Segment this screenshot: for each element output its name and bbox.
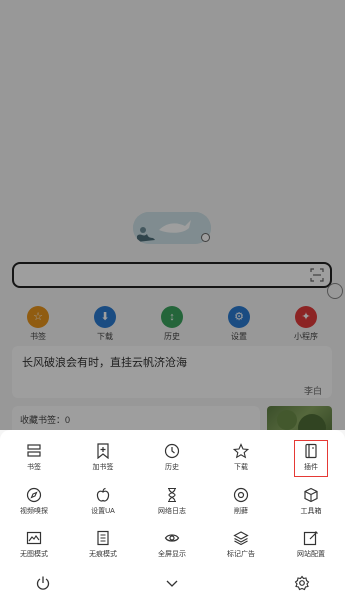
menu-item-label: 加书签 — [92, 464, 114, 471]
menu-item-label: 视频嗅探 — [20, 508, 48, 515]
menu-item-no-image[interactable]: 无图模式 — [4, 530, 64, 559]
menu-item-incognito[interactable]: 无痕模式 — [73, 530, 133, 559]
plugins-highlight-box — [294, 440, 328, 477]
menu-item-fullscreen[interactable]: 全屏显示 — [142, 530, 202, 559]
menu-item-trim[interactable]: 削藓 — [211, 487, 271, 516]
image-off-icon — [26, 531, 42, 545]
dim-overlay[interactable] — [0, 0, 345, 430]
menu-item-set-ua[interactable]: 设置UA — [73, 487, 133, 516]
menu-item-label: 历史 — [165, 464, 179, 471]
box-icon — [304, 487, 318, 503]
add-bookmark-icon — [97, 443, 109, 459]
gear-icon[interactable] — [294, 575, 310, 591]
bookmarks-icon — [27, 444, 41, 457]
menu-item-label: 无图模式 — [20, 551, 48, 558]
clock-icon — [164, 443, 180, 459]
menu-item-downloads[interactable]: 下载 — [211, 443, 271, 472]
apple-icon — [96, 487, 110, 502]
document-icon — [97, 530, 109, 546]
menu-item-label: 书签 — [27, 464, 41, 471]
menu-item-bookmarks[interactable]: 书签 — [4, 443, 64, 472]
menu-item-network-log[interactable]: 网络日志 — [142, 487, 202, 516]
menu-item-label: 网站配置 — [297, 551, 325, 558]
layers-icon — [233, 531, 249, 546]
menu-item-label: 网络日志 — [158, 508, 186, 515]
menu-item-label: 标记广告 — [227, 551, 255, 558]
compass-icon — [26, 487, 42, 503]
menu-item-label: 无痕模式 — [89, 551, 117, 558]
power-icon[interactable] — [35, 575, 51, 591]
menu-item-video-sniff[interactable]: 视频嗅探 — [4, 487, 64, 516]
menu-item-label: 工具箱 — [300, 508, 322, 515]
menu-item-toolbox[interactable]: 工具箱 — [281, 487, 341, 516]
hourglass-icon — [168, 487, 176, 503]
browser-home: ☆ 书签 ⬇ 下载 ↕ 历史 ⚙ 设置 ✦ 小程序 长风破浪会有时，直挂云帆济沧… — [0, 0, 345, 600]
star-icon — [233, 443, 249, 459]
menu-item-label: 全屏显示 — [158, 551, 186, 558]
menu-item-mark-ads[interactable]: 标记广告 — [211, 530, 271, 559]
menu-item-site-config[interactable]: 网站配置 — [281, 530, 341, 559]
target-icon — [233, 487, 249, 503]
fullscreen-eye-icon — [164, 534, 180, 542]
menu-item-history[interactable]: 历史 — [142, 443, 202, 472]
menu-item-label: 削藓 — [234, 508, 248, 515]
edit-config-icon — [303, 531, 318, 546]
menu-item-label: 下载 — [234, 464, 248, 471]
menu-item-add-bookmark[interactable]: 加书签 — [73, 443, 133, 472]
menu-item-label: 设置UA — [91, 508, 115, 515]
chevron-down-icon[interactable] — [164, 575, 180, 591]
